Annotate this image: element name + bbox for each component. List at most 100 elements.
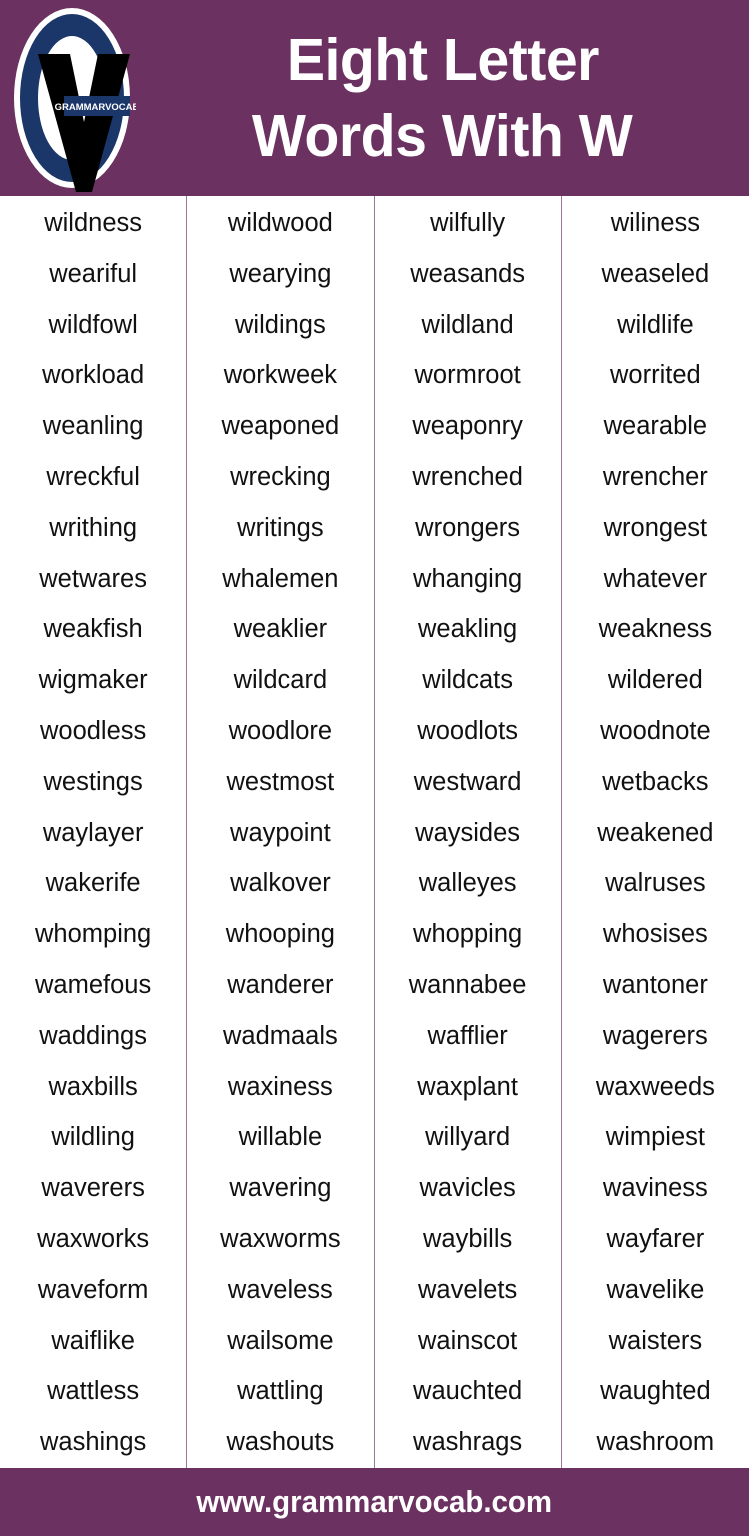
word-item: weakness — [598, 615, 713, 644]
page-title: Eight Letter Words With W — [140, 0, 745, 196]
word-item: whalemen — [222, 564, 339, 593]
word-item: westings — [43, 767, 143, 796]
word-item: weaklier — [233, 615, 328, 644]
header-banner: GRAMMARVOCAB Eight Letter Words With W — [0, 0, 749, 196]
word-item: wafflier — [427, 1021, 508, 1050]
word-item: wetbacks — [602, 767, 709, 796]
word-item: wrecking — [230, 462, 331, 491]
word-column-1: wildness weariful wildfowl workload weanling… — [0, 196, 188, 1468]
word-item: wreckful — [46, 462, 140, 491]
word-item: whopping — [413, 920, 523, 949]
word-item: wauchted — [413, 1377, 523, 1406]
word-item: weakling — [418, 615, 518, 644]
word-item: whatever — [603, 564, 708, 593]
page-title-line-1: Eight Letter — [286, 27, 599, 93]
word-item: wrongers — [415, 513, 521, 542]
word-item: washings — [39, 1428, 147, 1457]
word-item: willable — [238, 1123, 323, 1152]
word-item: wavelets — [418, 1275, 518, 1304]
word-item: waylayer — [42, 818, 144, 847]
word-item: wimpiest — [605, 1123, 705, 1152]
word-item: workload — [42, 361, 145, 390]
word-item: wantoner — [602, 970, 708, 999]
word-item: washrags — [413, 1428, 523, 1457]
word-item: waveform — [37, 1275, 149, 1304]
word-item: waxiness — [227, 1072, 333, 1101]
word-list-infographic: GRAMMARVOCAB Eight Letter Words With W w… — [0, 0, 749, 1536]
word-item: washouts — [226, 1428, 335, 1457]
word-item: wanderer — [227, 970, 334, 999]
word-column-4: wiliness weaseled wildlife worrited wearable… — [562, 196, 749, 1468]
word-item: weaponed — [221, 412, 340, 441]
word-column-3: wilfully weasands wildland wormroot weaponry… — [375, 196, 562, 1468]
word-item: willyard — [425, 1123, 511, 1152]
word-item: westward — [413, 767, 522, 796]
word-item: wildling — [51, 1123, 135, 1152]
word-item: wavering — [229, 1174, 332, 1203]
word-item: waviness — [602, 1174, 708, 1203]
website-url: www.grammarvocab.com — [196, 1484, 553, 1519]
word-item: wrencher — [602, 462, 708, 491]
word-item: wildcats — [422, 666, 513, 695]
word-item: wildness — [44, 209, 143, 237]
word-item: woodnote — [600, 716, 711, 745]
word-item: woodlore — [228, 716, 333, 745]
word-item: weaponry — [412, 412, 523, 441]
word-item: wetwares — [39, 564, 147, 593]
word-item: wayfarer — [606, 1224, 705, 1253]
word-item: walruses — [605, 869, 706, 898]
logo-brand-text: GRAMMARVOCAB — [55, 102, 136, 113]
word-item: wannabee — [408, 970, 527, 999]
word-item: waughted — [600, 1377, 711, 1406]
word-item: waisters — [608, 1326, 703, 1355]
word-item: wearable — [603, 412, 708, 441]
word-item: wildfowl — [48, 310, 138, 339]
word-item: wrenched — [412, 462, 523, 491]
word-item: waybills — [422, 1224, 513, 1253]
word-column-2: wildwood wearying wildings workweek weaponed… — [187, 196, 375, 1468]
word-item: whomping — [35, 920, 152, 949]
word-item: woodlots — [417, 716, 518, 745]
word-item: workweek — [223, 361, 338, 390]
word-item: wamefous — [35, 970, 152, 999]
word-item: washroom — [596, 1428, 715, 1457]
word-item: wildings — [235, 310, 326, 339]
word-item: weakened — [597, 818, 714, 847]
word-item: wildcard — [233, 666, 328, 695]
word-item: weakfish — [43, 615, 143, 644]
word-item: waxplant — [417, 1072, 518, 1101]
word-item: waypoint — [230, 818, 331, 847]
word-item: waxworks — [37, 1224, 150, 1253]
grammarvocab-logo: GRAMMARVOCAB — [8, 2, 140, 194]
word-item: waverers — [41, 1174, 145, 1203]
word-item: wigmaker — [38, 666, 148, 695]
word-item: wildered — [607, 666, 703, 695]
word-item: waysides — [415, 818, 521, 847]
word-columns: wildness weariful wildfowl workload weanling… — [0, 196, 749, 1468]
word-item: whosises — [602, 920, 708, 949]
word-item: weasands — [410, 259, 526, 288]
word-item: waiflike — [51, 1326, 135, 1355]
word-item: woodless — [39, 716, 147, 745]
word-item: writings — [237, 513, 324, 542]
word-item: wrongest — [603, 513, 708, 542]
word-item: wadmaals — [222, 1021, 338, 1050]
word-item: waddings — [39, 1021, 147, 1050]
word-item: waveless — [227, 1275, 333, 1304]
logo-svg: GRAMMARVOCAB — [14, 8, 140, 192]
word-item: wildwood — [227, 209, 333, 237]
word-item: wailsome — [227, 1326, 334, 1355]
word-item: wattling — [237, 1377, 324, 1406]
word-item: weanling — [42, 412, 144, 441]
word-item: whooping — [225, 920, 335, 949]
word-item: wavicles — [419, 1174, 516, 1203]
word-item: wainscot — [418, 1326, 518, 1355]
word-item: wildland — [421, 310, 514, 339]
word-item: westmost — [226, 767, 335, 796]
word-item: whanging — [413, 564, 523, 593]
word-item: wildlife — [617, 310, 694, 339]
word-item: wavelike — [606, 1275, 705, 1304]
word-item: wilfully — [430, 209, 506, 237]
word-item: wormroot — [414, 361, 521, 390]
word-item: wiliness — [610, 209, 701, 237]
